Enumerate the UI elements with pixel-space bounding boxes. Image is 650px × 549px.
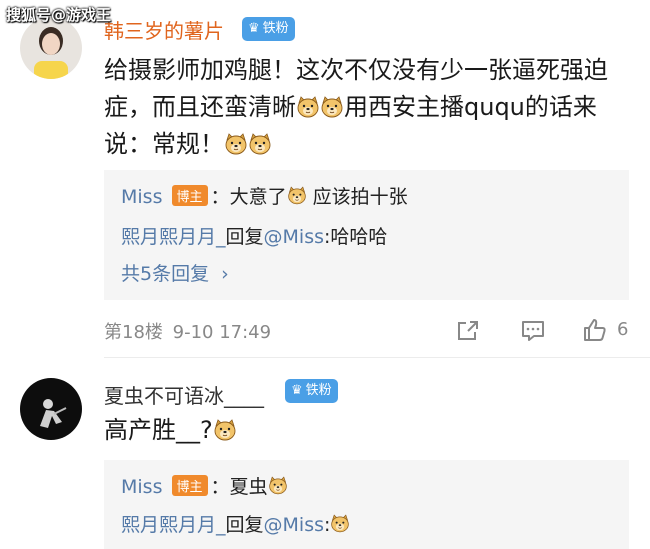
comment-content: 高产胜__? [104, 412, 237, 449]
reply-item[interactable]: 熙月熙月月_回复@Miss: [121, 510, 350, 537]
comment-item: 夏虫不可语冰____ ♛ 铁粉 高产胜__? Miss 博主 ：夏虫 熙月熙月月_… [0, 0, 650, 549]
avatar[interactable] [20, 378, 82, 440]
username[interactable]: 夏虫不可语冰____ [104, 380, 264, 409]
reply-box: Miss 博主 ：夏虫 熙月熙月月_回复@Miss: [104, 460, 629, 549]
doge-emoji [268, 476, 288, 495]
doge-emoji [213, 419, 237, 441]
reply-item[interactable]: Miss 博主 ：夏虫 [121, 472, 288, 499]
doge-emoji [330, 514, 350, 533]
reply-text: 夏虫 [229, 476, 268, 498]
reply-author[interactable]: 熙月熙月月_ [121, 514, 226, 536]
host-badge: 博主 [171, 475, 208, 496]
fan-badge-label: 铁粉 [305, 383, 332, 398]
reply-author[interactable]: Miss [121, 476, 162, 498]
reply-sep: ： [210, 476, 230, 498]
reply-mid: 回复 [225, 514, 264, 536]
fan-badge: ♛ 铁粉 [285, 379, 338, 403]
watermark: 搜狐号@游戏王 [6, 6, 112, 24]
content-line: 高产胜__? [104, 416, 213, 444]
crown-icon: ♛ [291, 383, 303, 398]
reply-mention[interactable]: @Miss [264, 514, 324, 536]
